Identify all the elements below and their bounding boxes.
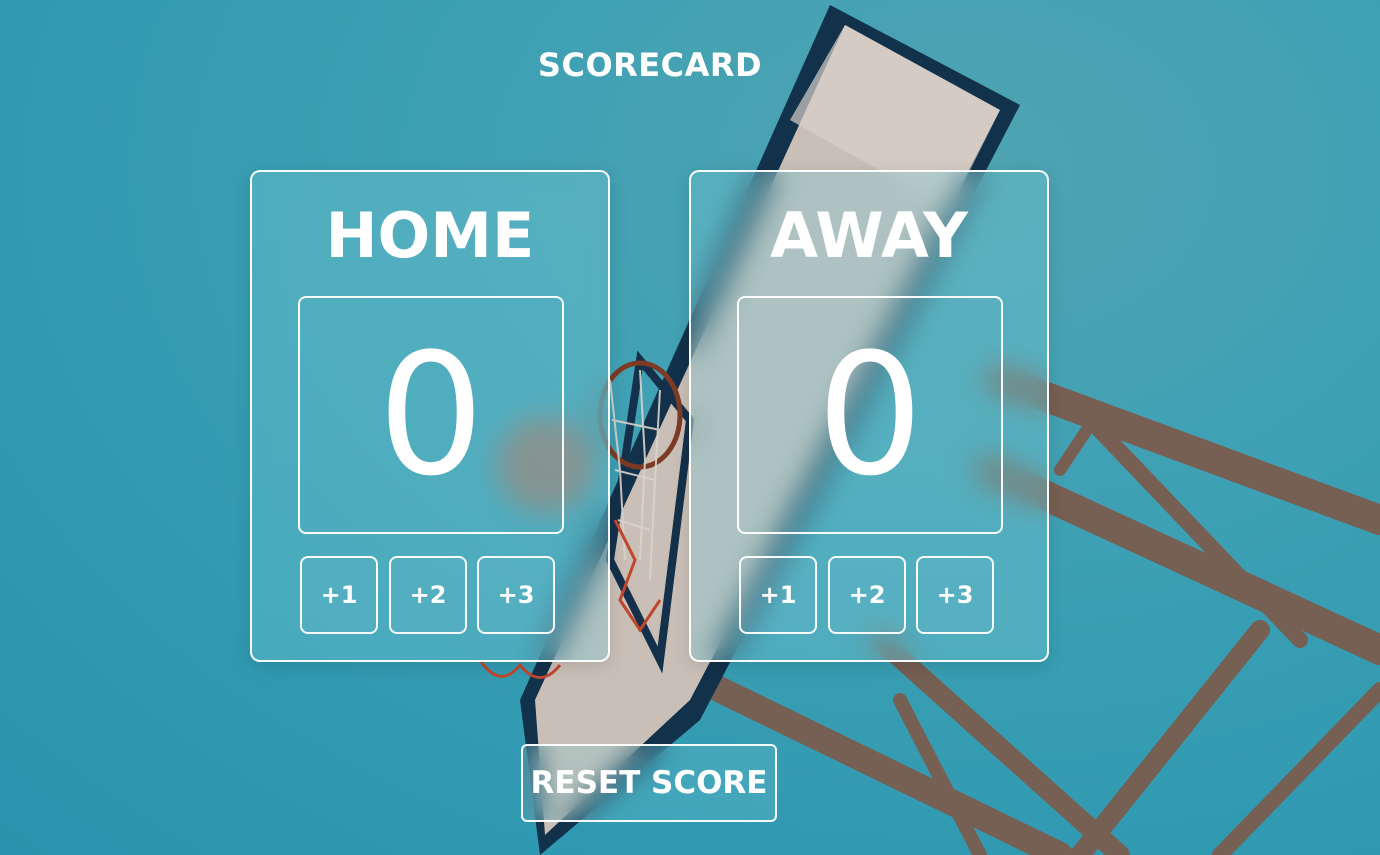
- home-team-card: HOME 0 +1 +2 +3: [250, 170, 610, 662]
- home-score-buttons: +1 +2 +3: [300, 556, 562, 636]
- home-add-3-button[interactable]: +3: [477, 556, 555, 634]
- away-score-buttons: +1 +2 +3: [739, 556, 1001, 636]
- reset-score-button[interactable]: RESET SCORE: [521, 744, 777, 822]
- home-add-2-button[interactable]: +2: [389, 556, 467, 634]
- home-score-display: 0: [298, 296, 564, 534]
- home-score-value: 0: [377, 317, 485, 513]
- away-add-3-button[interactable]: +3: [916, 556, 994, 634]
- app-title: SCORECARD: [537, 46, 763, 84]
- away-score-value: 0: [816, 317, 924, 513]
- away-add-1-button[interactable]: +1: [739, 556, 817, 634]
- away-team-name: AWAY: [770, 199, 968, 272]
- away-add-2-button[interactable]: +2: [828, 556, 906, 634]
- away-score-display: 0: [737, 296, 1003, 534]
- home-team-name: HOME: [325, 199, 535, 272]
- home-add-1-button[interactable]: +1: [300, 556, 378, 634]
- away-team-card: AWAY 0 +1 +2 +3: [689, 170, 1049, 662]
